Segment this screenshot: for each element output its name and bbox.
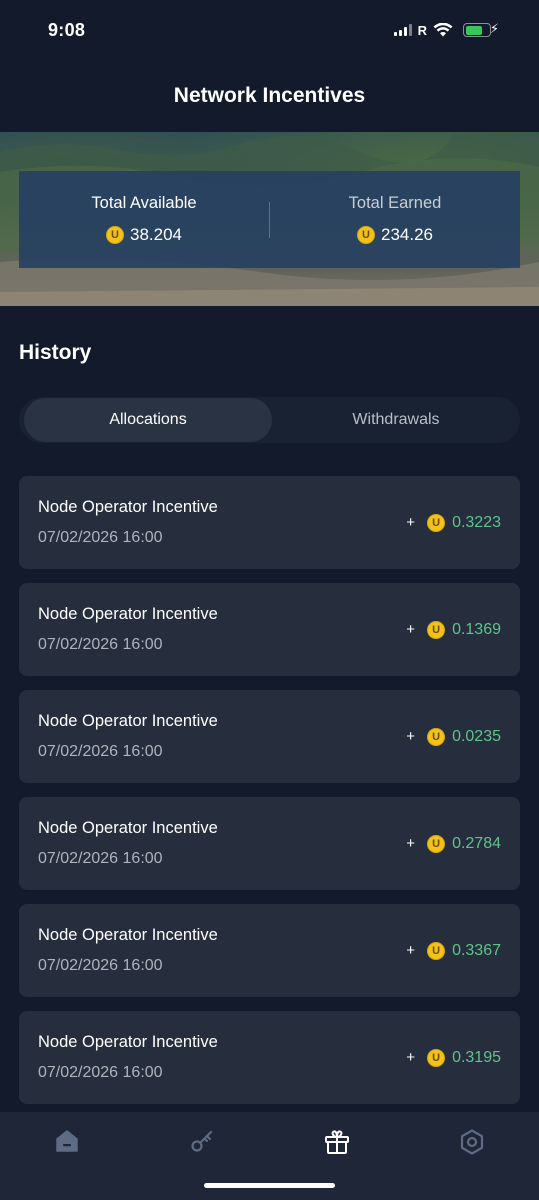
item-amount: 0.3367 xyxy=(452,941,501,959)
list-item[interactable]: Node Operator Incentive 07/02/2026 16:00… xyxy=(19,583,520,676)
item-date: 07/02/2026 16:00 xyxy=(38,529,163,546)
item-date: 07/02/2026 16:00 xyxy=(38,850,163,867)
status-indicators: R ⚡ xyxy=(393,21,499,38)
item-date: 07/02/2026 16:00 xyxy=(38,743,163,760)
home-indicator xyxy=(204,1183,335,1188)
list-item[interactable]: Node Operator Incentive 07/02/2026 16:00… xyxy=(19,904,520,997)
item-amount: 0.3223 xyxy=(452,513,501,531)
wifi-icon xyxy=(433,23,453,37)
history-heading: History xyxy=(19,341,92,364)
settings-hexagon-icon[interactable] xyxy=(458,1128,486,1156)
item-amount: 0.1369 xyxy=(452,620,501,638)
list-item[interactable]: Node Operator Incentive 07/02/2026 16:00… xyxy=(19,690,520,783)
total-earned: Total Earned U 234.26 xyxy=(270,194,520,245)
coin-icon: U xyxy=(427,941,446,960)
coin-icon: U xyxy=(427,620,446,639)
status-time: 9:08 xyxy=(48,19,86,40)
coin-icon: U xyxy=(427,727,446,746)
item-amount: 0.0235 xyxy=(452,727,501,745)
nav-home[interactable] xyxy=(37,1128,97,1200)
item-date: 07/02/2026 16:00 xyxy=(38,1064,163,1081)
item-title: Node Operator Incentive xyxy=(38,498,218,516)
item-title: Node Operator Incentive xyxy=(38,712,218,730)
cellular-signal-icon xyxy=(393,24,412,36)
plus-sign: + xyxy=(406,728,416,745)
history-list: Node Operator Incentive 07/02/2026 16:00… xyxy=(19,476,520,1118)
list-item[interactable]: Node Operator Incentive 07/02/2026 16:00… xyxy=(19,1011,520,1104)
carrier-label: R xyxy=(417,22,427,38)
status-bar: 9:08 R ⚡ xyxy=(0,0,539,60)
coin-icon: U xyxy=(106,226,124,244)
item-title: Node Operator Incentive xyxy=(38,1033,218,1051)
list-item[interactable]: Node Operator Incentive 07/02/2026 16:00… xyxy=(19,476,520,569)
plus-sign: + xyxy=(406,621,416,638)
plus-sign: + xyxy=(406,942,416,959)
total-available: Total Available U 38.204 xyxy=(19,194,269,245)
coin-icon: U xyxy=(427,1048,446,1067)
tab-withdrawals[interactable]: Withdrawals xyxy=(272,397,520,443)
coin-icon: U xyxy=(427,513,446,532)
coin-icon: U xyxy=(427,834,446,853)
item-date: 07/02/2026 16:00 xyxy=(38,636,163,653)
item-amount: 0.2784 xyxy=(452,834,501,852)
item-title: Node Operator Incentive xyxy=(38,605,218,623)
history-tabs: Allocations Withdrawals xyxy=(19,397,520,443)
home-icon[interactable] xyxy=(54,1128,80,1154)
item-title: Node Operator Incentive xyxy=(38,819,218,837)
nav-settings[interactable] xyxy=(442,1128,502,1200)
key-icon[interactable] xyxy=(189,1128,215,1154)
total-earned-value: 234.26 xyxy=(381,225,433,244)
balance-summary-card: Total Available U 38.204 Total Earned U … xyxy=(19,171,520,268)
item-title: Node Operator Incentive xyxy=(38,926,218,944)
coin-icon: U xyxy=(357,226,375,244)
plus-sign: + xyxy=(406,835,416,852)
total-earned-label: Total Earned xyxy=(348,194,442,212)
nav-keys[interactable] xyxy=(172,1128,232,1200)
plus-sign: + xyxy=(406,514,416,531)
list-item[interactable]: Node Operator Incentive 07/02/2026 16:00… xyxy=(19,797,520,890)
total-available-label: Total Available xyxy=(91,194,197,212)
item-date: 07/02/2026 16:00 xyxy=(38,957,163,974)
total-available-value: 38.204 xyxy=(130,225,182,244)
gift-icon[interactable] xyxy=(323,1128,351,1156)
nav-rewards[interactable] xyxy=(307,1128,367,1200)
page-title: Network Incentives xyxy=(173,84,366,107)
tab-allocations[interactable]: Allocations xyxy=(24,398,272,442)
item-amount: 0.3195 xyxy=(452,1048,501,1066)
plus-sign: + xyxy=(406,1049,416,1066)
battery-icon: ⚡ xyxy=(463,21,499,37)
